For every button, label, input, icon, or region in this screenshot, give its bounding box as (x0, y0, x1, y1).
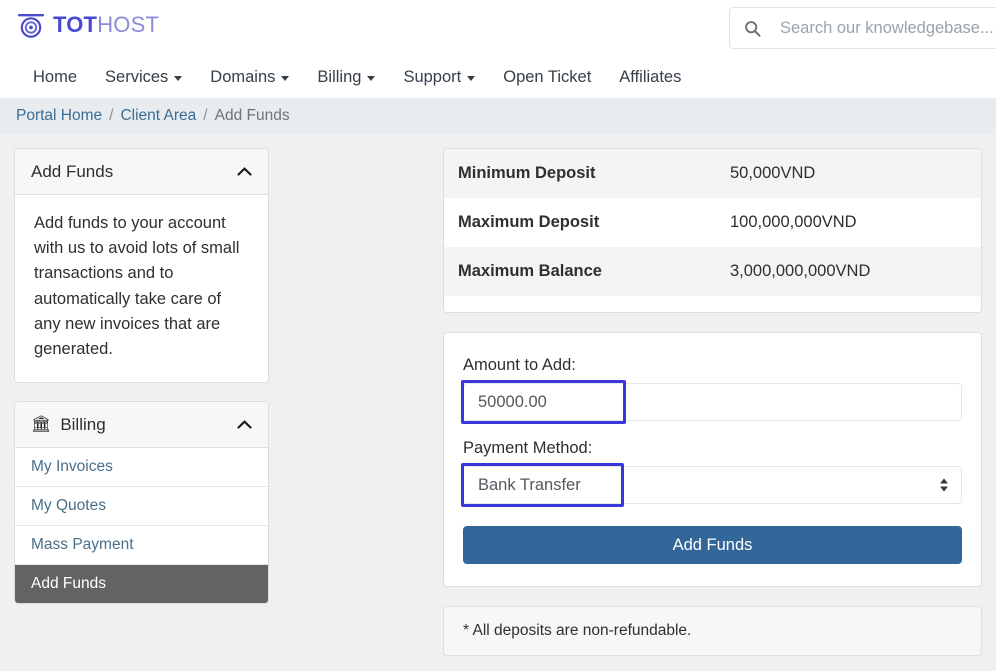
billing-panel: 🏛 Billing My Invoices My Quotes Mass Pay… (14, 401, 269, 605)
sidebar-item-mass-payment[interactable]: Mass Payment (15, 526, 268, 566)
amount-field-wrap (461, 380, 962, 424)
add-funds-info-text: Add funds to your account with us to avo… (34, 214, 240, 359)
nav-item-label: Open Ticket (503, 67, 592, 86)
page-body: Add Funds Add funds to your account with… (0, 134, 996, 671)
chevron-down-icon (467, 76, 476, 81)
limit-value: 3,000,000,000VND (716, 247, 981, 296)
nav-item-label: Affiliates (619, 67, 682, 86)
nav-item-services[interactable]: Services (91, 57, 196, 98)
bank-icon: 🏛 (31, 415, 52, 433)
sidebar-item-add-funds[interactable]: Add Funds (15, 565, 268, 604)
deposit-limits-panel: Minimum Deposit 50,000VND Maximum Deposi… (443, 148, 982, 313)
payment-method-select[interactable]: Bank Transfer (463, 466, 962, 504)
knowledgebase-search-box[interactable] (729, 7, 996, 49)
nav-item-domains[interactable]: Domains (196, 57, 303, 98)
billing-panel-title: Billing (60, 414, 106, 434)
table-row: Maximum Deposit 100,000,000VND (444, 198, 981, 247)
add-funds-form: Amount to Add: Payment Method: Bank Tran… (444, 333, 981, 586)
add-funds-submit-button[interactable]: Add Funds (463, 526, 962, 564)
limit-label: Maximum Balance (444, 247, 716, 296)
deposit-note-text: * All deposits are non-refundable. (463, 622, 692, 639)
breadcrumb-item-client-area[interactable]: Client Area (120, 107, 196, 125)
panel-title: Add Funds (31, 161, 114, 181)
amount-field-label: Amount to Add: (463, 356, 576, 374)
sidebar-item-my-invoices[interactable]: My Invoices (15, 448, 268, 488)
table-filler-row (444, 296, 981, 312)
chevron-down-icon (281, 76, 290, 81)
nav-item-home[interactable]: Home (25, 57, 91, 98)
chevron-down-icon (367, 76, 376, 81)
nav-item-label: Home (33, 67, 78, 86)
logo-text-secondary: HOST (97, 12, 160, 37)
chevron-up-icon[interactable] (237, 167, 252, 176)
nav-item-label: Support (403, 67, 462, 86)
table-filler-cell (716, 296, 981, 312)
breadcrumb-item-portal-home[interactable]: Portal Home (16, 107, 102, 125)
payment-method-wrap: Bank Transfer (461, 463, 962, 507)
breadcrumb: Portal Home / Client Area / Add Funds (0, 98, 996, 134)
table-row: Minimum Deposit 50,000VND (444, 149, 981, 198)
billing-menu: My Invoices My Quotes Mass Payment Add F… (15, 448, 268, 604)
panel-title-wrap: 🏛 Billing (31, 415, 237, 435)
sidebar-item-my-quotes[interactable]: My Quotes (15, 487, 268, 527)
search-icon (745, 20, 761, 37)
site-header: TOTHOST (0, 0, 996, 57)
billing-panel-header[interactable]: 🏛 Billing (15, 402, 268, 449)
tothost-eye-logo-icon (18, 14, 44, 38)
breadcrumb-separator: / (109, 107, 114, 124)
nav-item-label: Services (105, 67, 169, 86)
breadcrumb-item-add-funds: Add Funds (214, 107, 290, 124)
nav-item-label: Domains (210, 67, 276, 86)
logo-text-primary: TOT (53, 12, 98, 37)
add-funds-form-panel: Amount to Add: Payment Method: Bank Tran… (443, 332, 982, 587)
nav-item-open-ticket[interactable]: Open Ticket (489, 57, 605, 98)
deposit-note-panel: * All deposits are non-refundable. (443, 606, 982, 656)
limit-value: 50,000VND (716, 149, 981, 198)
main-navigation: Home Services Domains Billing Support Op… (0, 57, 996, 98)
limit-label: Maximum Deposit (444, 198, 716, 247)
add-funds-info-panel-header[interactable]: Add Funds (15, 149, 268, 195)
table-filler-cell (444, 296, 716, 312)
search-input[interactable] (778, 17, 996, 39)
deposit-limits-table: Minimum Deposit 50,000VND Maximum Deposi… (444, 149, 981, 312)
nav-item-affiliates[interactable]: Affiliates (605, 57, 695, 98)
chevron-up-icon[interactable] (237, 420, 252, 430)
payment-method-label: Payment Method: (463, 439, 593, 457)
amount-input[interactable] (463, 383, 962, 421)
nav-item-support[interactable]: Support (389, 57, 489, 98)
sidebar: Add Funds Add funds to your account with… (14, 148, 269, 671)
main-content: Minimum Deposit 50,000VND Maximum Deposi… (269, 148, 982, 671)
limit-value: 100,000,000VND (716, 198, 981, 247)
breadcrumb-separator: / (203, 107, 208, 124)
limit-label: Minimum Deposit (444, 149, 716, 198)
table-row: Maximum Balance 3,000,000,000VND (444, 247, 981, 296)
nav-item-billing[interactable]: Billing (303, 57, 389, 98)
add-funds-info-panel: Add Funds Add funds to your account with… (14, 148, 269, 384)
chevron-down-icon (174, 76, 183, 81)
logo-text: TOTHOST (53, 14, 159, 36)
site-logo[interactable]: TOTHOST (16, 12, 159, 38)
nav-item-label: Billing (317, 67, 362, 86)
